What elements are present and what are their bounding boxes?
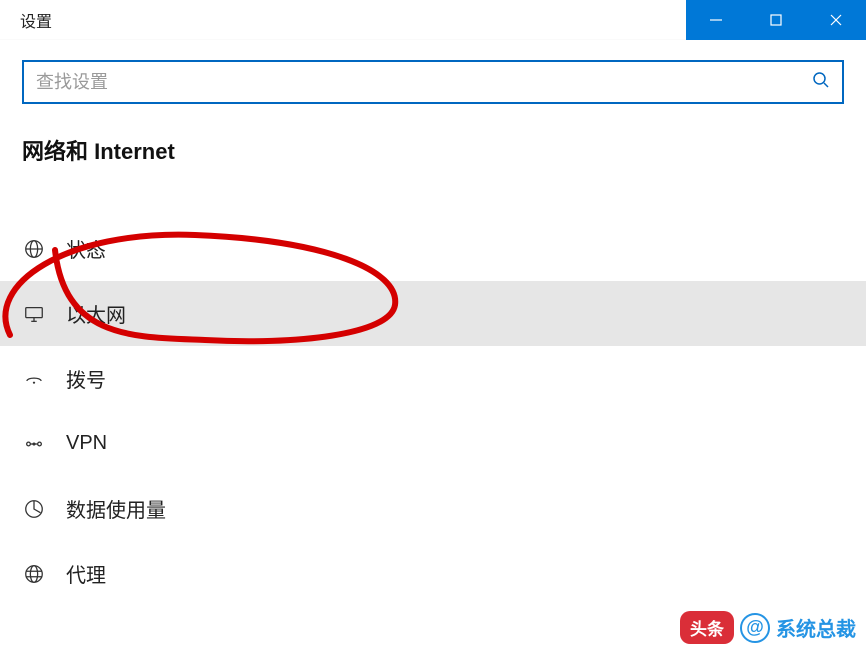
nav-item-proxy[interactable]: 代理 (0, 541, 866, 606)
nav-item-label: 状态 (66, 234, 106, 263)
nav-item-vpn[interactable]: VPN (0, 411, 866, 476)
watermark-at-icon: @ (740, 613, 770, 643)
nav-item-label: 拨号 (66, 364, 106, 393)
nav-item-label: VPN (66, 432, 107, 455)
search-box[interactable] (22, 60, 844, 104)
minimize-icon (709, 13, 723, 27)
nav-item-datausage[interactable]: 数据使用量 (0, 476, 866, 541)
window-title: 设置 (0, 8, 52, 32)
status-icon (22, 237, 46, 261)
nav-item-label: 数据使用量 (66, 494, 166, 523)
maximize-button[interactable] (746, 0, 806, 40)
nav-item-label: 代理 (66, 559, 106, 588)
dialup-icon (22, 367, 46, 391)
watermark-text: 系统总裁 (776, 613, 856, 642)
close-button[interactable] (806, 0, 866, 40)
proxy-icon (22, 562, 46, 586)
close-icon (829, 13, 843, 27)
minimize-button[interactable] (686, 0, 746, 40)
maximize-icon (769, 13, 783, 27)
nav-item-dialup[interactable]: 拨号 (0, 346, 866, 411)
search-input[interactable] (36, 72, 812, 93)
nav-item-label: 以太网 (66, 299, 126, 328)
nav-list: 状态 以太网 拨号 VPN 数据使用量 (0, 216, 866, 606)
ethernet-icon (22, 302, 46, 326)
search-icon (812, 71, 830, 94)
window-controls (686, 0, 866, 39)
watermark: 头条 @ 系统总裁 (680, 611, 856, 644)
titlebar: 设置 (0, 0, 866, 40)
nav-item-status[interactable]: 状态 (0, 216, 866, 281)
datausage-icon (22, 497, 46, 521)
section-heading: 网络和 Internet (22, 134, 844, 166)
nav-item-ethernet[interactable]: 以太网 (0, 281, 866, 346)
content-area: 网络和 Internet 状态 以太网 拨号 VPN (0, 40, 866, 606)
watermark-badge: 头条 (680, 611, 734, 644)
vpn-icon (22, 432, 46, 456)
